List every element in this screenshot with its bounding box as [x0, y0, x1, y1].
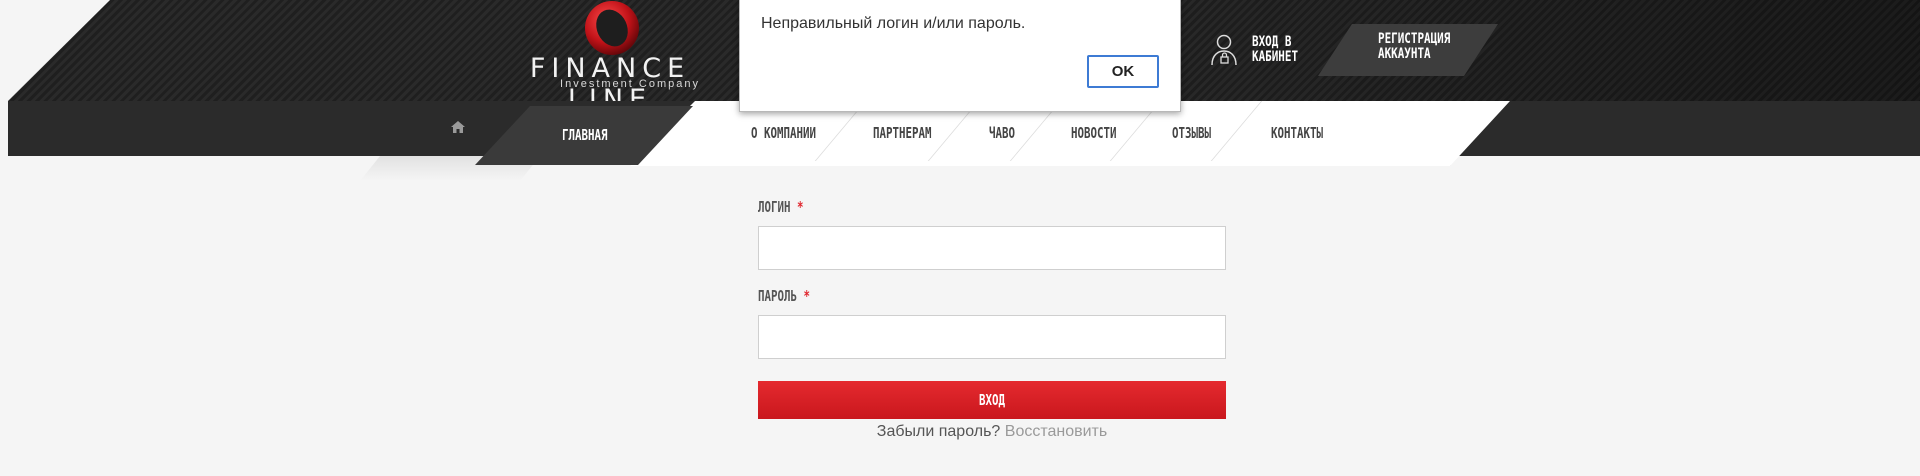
nav-item-faq[interactable]: ЧАВО	[989, 124, 1015, 142]
alert-ok-button[interactable]: OK	[1087, 55, 1159, 88]
page: FINANCE LINE Investment Company ВХОД В К…	[0, 0, 1920, 476]
required-mark: *	[803, 287, 811, 305]
alert-message: Неправильный логин и/или пароль.	[761, 15, 1026, 32]
nav-item-reviews[interactable]: ОТЗЫВЫ	[1172, 124, 1211, 142]
login-submit-label: ВХОД	[978, 391, 1006, 409]
user-icon	[1211, 34, 1237, 66]
home-icon[interactable]	[450, 120, 466, 134]
nav-item-home[interactable]: ГЛАВНАЯ	[562, 126, 608, 144]
password-label: ПАРОЛЬ *	[758, 287, 810, 305]
login-cabinet-link[interactable]: ВХОД В КАБИНЕТ	[1210, 30, 1312, 70]
login-submit-button[interactable]: ВХОД	[758, 381, 1226, 419]
login-cabinet-label: ВХОД В КАБИНЕТ	[1252, 34, 1299, 65]
alert-dialog: Неправильный логин и/или пароль. OK	[739, 0, 1181, 112]
password-label-text: ПАРОЛЬ	[758, 287, 798, 305]
nav-item-about[interactable]: О КОМПАНИИ	[751, 124, 816, 142]
nav-item-contacts[interactable]: КОНТАКТЫ	[1271, 124, 1323, 142]
forgot-password: Забыли пароль? Восстановить	[758, 423, 1226, 441]
register-account-label: РЕГИСТРАЦИЯ АККАУНТА	[1378, 31, 1451, 62]
login-label: ЛОГИН *	[758, 198, 804, 216]
login-input[interactable]	[758, 226, 1226, 270]
logo-ring-icon	[585, 1, 639, 55]
logo-tagline: Investment Company	[560, 78, 700, 90]
site-logo[interactable]: FINANCE LINE Investment Company	[490, 0, 730, 115]
forgot-password-text: Забыли пароль?	[876, 423, 1001, 440]
nav-item-partners[interactable]: ПАРТНЕРАМ	[873, 124, 932, 142]
password-input[interactable]	[758, 315, 1226, 359]
required-mark: *	[797, 198, 804, 216]
recover-password-link[interactable]: Восстановить	[1005, 423, 1107, 440]
nav-item-news[interactable]: НОВОСТИ	[1071, 124, 1117, 142]
login-label-text: ЛОГИН	[758, 198, 791, 216]
